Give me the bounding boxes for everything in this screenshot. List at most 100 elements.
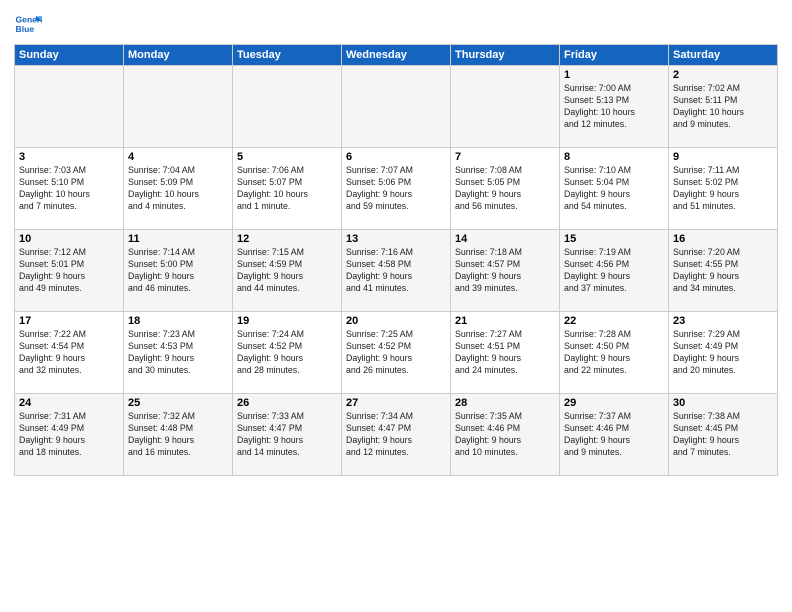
day-number: 25 [128,397,228,409]
day-number: 20 [346,315,446,327]
calendar-cell: 25 Sunrise: 7:32 AM Sunset: 4:48 PM Dayli… [124,394,233,476]
day-number: 23 [673,315,773,327]
calendar-cell: 19 Sunrise: 7:24 AM Sunset: 4:52 PM Dayli… [233,312,342,394]
calendar-cell: 10 Sunrise: 7:12 AM Sunset: 5:01 PM Dayli… [15,230,124,312]
day-info: Sunrise: 7:00 AM Sunset: 5:13 PM Dayligh… [564,83,664,131]
day-number: 3 [19,151,119,163]
calendar-cell: 18 Sunrise: 7:23 AM Sunset: 4:53 PM Dayli… [124,312,233,394]
calendar-cell [233,66,342,148]
calendar-cell: 30Sunrise: 7:38 AM Sunset: 4:45 PM Dayli… [669,394,778,476]
day-number: 19 [237,315,337,327]
day-info: Sunrise: 7:12 AM Sunset: 5:01 PM Dayligh… [19,247,119,295]
day-info: Sunrise: 7:11 AM Sunset: 5:02 PM Dayligh… [673,165,773,213]
calendar-cell: 24Sunrise: 7:31 AM Sunset: 4:49 PM Dayli… [15,394,124,476]
day-info: Sunrise: 7:15 AM Sunset: 4:59 PM Dayligh… [237,247,337,295]
svg-text:Blue: Blue [16,24,35,34]
day-info: Sunrise: 7:16 AM Sunset: 4:58 PM Dayligh… [346,247,446,295]
day-number: 24 [19,397,119,409]
day-info: Sunrise: 7:08 AM Sunset: 5:05 PM Dayligh… [455,165,555,213]
week-row-4: 17 Sunrise: 7:22 AM Sunset: 4:54 PM Dayli… [15,312,778,394]
calendar-cell [124,66,233,148]
week-row-3: 10 Sunrise: 7:12 AM Sunset: 5:01 PM Dayli… [15,230,778,312]
day-number: 5 [237,151,337,163]
calendar-cell: 29 Sunrise: 7:37 AM Sunset: 4:46 PM Dayli… [560,394,669,476]
day-info: Sunrise: 7:04 AM Sunset: 5:09 PM Dayligh… [128,165,228,213]
day-info: Sunrise: 7:10 AM Sunset: 5:04 PM Dayligh… [564,165,664,213]
day-number: 22 [564,315,664,327]
day-number: 4 [128,151,228,163]
day-number: 13 [346,233,446,245]
day-info: Sunrise: 7:35 AM Sunset: 4:46 PM Dayligh… [455,411,555,459]
day-info: Sunrise: 7:07 AM Sunset: 5:06 PM Dayligh… [346,165,446,213]
day-info: Sunrise: 7:29 AM Sunset: 4:49 PM Dayligh… [673,329,773,377]
calendar-cell: 13 Sunrise: 7:16 AM Sunset: 4:58 PM Dayli… [342,230,451,312]
calendar-cell: 5 Sunrise: 7:06 AM Sunset: 5:07 PM Daylig… [233,148,342,230]
day-number: 29 [564,397,664,409]
day-info: Sunrise: 7:24 AM Sunset: 4:52 PM Dayligh… [237,329,337,377]
calendar-cell: 3Sunrise: 7:03 AM Sunset: 5:10 PM Daylig… [15,148,124,230]
calendar-cell [451,66,560,148]
day-number: 14 [455,233,555,245]
calendar-cell: 20 Sunrise: 7:25 AM Sunset: 4:52 PM Dayli… [342,312,451,394]
calendar-cell: 23 Sunrise: 7:29 AM Sunset: 4:49 PM Dayli… [669,312,778,394]
calendar-cell: 6 Sunrise: 7:07 AM Sunset: 5:06 PM Daylig… [342,148,451,230]
day-number: 8 [564,151,664,163]
day-number: 10 [19,233,119,245]
day-number: 7 [455,151,555,163]
day-info: Sunrise: 7:27 AM Sunset: 4:51 PM Dayligh… [455,329,555,377]
day-number: 16 [673,233,773,245]
day-info: Sunrise: 7:14 AM Sunset: 5:00 PM Dayligh… [128,247,228,295]
calendar-cell: 16Sunrise: 7:20 AM Sunset: 4:55 PM Dayli… [669,230,778,312]
logo-icon: General Blue [14,10,42,38]
calendar-cell: 15 Sunrise: 7:19 AM Sunset: 4:56 PM Dayli… [560,230,669,312]
day-info: Sunrise: 7:19 AM Sunset: 4:56 PM Dayligh… [564,247,664,295]
calendar-cell: 4 Sunrise: 7:04 AM Sunset: 5:09 PM Daylig… [124,148,233,230]
calendar-cell: 1 Sunrise: 7:00 AM Sunset: 5:13 PM Daylig… [560,66,669,148]
day-number: 15 [564,233,664,245]
day-info: Sunrise: 7:02 AM Sunset: 5:11 PM Dayligh… [673,83,773,131]
page-container: General Blue SundayMondayTuesdayWednesda… [0,0,792,482]
calendar-cell: 17 Sunrise: 7:22 AM Sunset: 4:54 PM Dayli… [15,312,124,394]
day-info: Sunrise: 7:32 AM Sunset: 4:48 PM Dayligh… [128,411,228,459]
calendar-cell: 2 Sunrise: 7:02 AM Sunset: 5:11 PM Daylig… [669,66,778,148]
header-friday: Friday [560,45,669,66]
day-number: 21 [455,315,555,327]
day-number: 12 [237,233,337,245]
day-number: 2 [673,69,773,81]
day-info: Sunrise: 7:23 AM Sunset: 4:53 PM Dayligh… [128,329,228,377]
header-wednesday: Wednesday [342,45,451,66]
week-row-5: 24Sunrise: 7:31 AM Sunset: 4:49 PM Dayli… [15,394,778,476]
calendar-cell: 28Sunrise: 7:35 AM Sunset: 4:46 PM Dayli… [451,394,560,476]
logo: General Blue [14,10,46,38]
calendar-cell: 21 Sunrise: 7:27 AM Sunset: 4:51 PM Dayli… [451,312,560,394]
day-info: Sunrise: 7:22 AM Sunset: 4:54 PM Dayligh… [19,329,119,377]
header-sunday: Sunday [15,45,124,66]
day-number: 26 [237,397,337,409]
calendar-cell [342,66,451,148]
calendar-cell: 8 Sunrise: 7:10 AM Sunset: 5:04 PM Daylig… [560,148,669,230]
header-thursday: Thursday [451,45,560,66]
day-number: 9 [673,151,773,163]
day-number: 1 [564,69,664,81]
calendar-table: SundayMondayTuesdayWednesdayThursdayFrid… [14,44,778,476]
day-number: 27 [346,397,446,409]
day-info: Sunrise: 7:34 AM Sunset: 4:47 PM Dayligh… [346,411,446,459]
header: General Blue [14,10,778,38]
day-info: Sunrise: 7:37 AM Sunset: 4:46 PM Dayligh… [564,411,664,459]
day-number: 11 [128,233,228,245]
calendar-cell: 14 Sunrise: 7:18 AM Sunset: 4:57 PM Dayli… [451,230,560,312]
calendar-cell: 11 Sunrise: 7:14 AM Sunset: 5:00 PM Dayli… [124,230,233,312]
day-number: 6 [346,151,446,163]
day-info: Sunrise: 7:06 AM Sunset: 5:07 PM Dayligh… [237,165,337,213]
day-info: Sunrise: 7:38 AM Sunset: 4:45 PM Dayligh… [673,411,773,459]
week-row-1: 1 Sunrise: 7:00 AM Sunset: 5:13 PM Daylig… [15,66,778,148]
day-number: 18 [128,315,228,327]
header-monday: Monday [124,45,233,66]
day-number: 17 [19,315,119,327]
day-info: Sunrise: 7:25 AM Sunset: 4:52 PM Dayligh… [346,329,446,377]
calendar-cell: 26Sunrise: 7:33 AM Sunset: 4:47 PM Dayli… [233,394,342,476]
week-row-2: 3Sunrise: 7:03 AM Sunset: 5:10 PM Daylig… [15,148,778,230]
calendar-cell: 27 Sunrise: 7:34 AM Sunset: 4:47 PM Dayli… [342,394,451,476]
day-info: Sunrise: 7:18 AM Sunset: 4:57 PM Dayligh… [455,247,555,295]
calendar-header-row: SundayMondayTuesdayWednesdayThursdayFrid… [15,45,778,66]
